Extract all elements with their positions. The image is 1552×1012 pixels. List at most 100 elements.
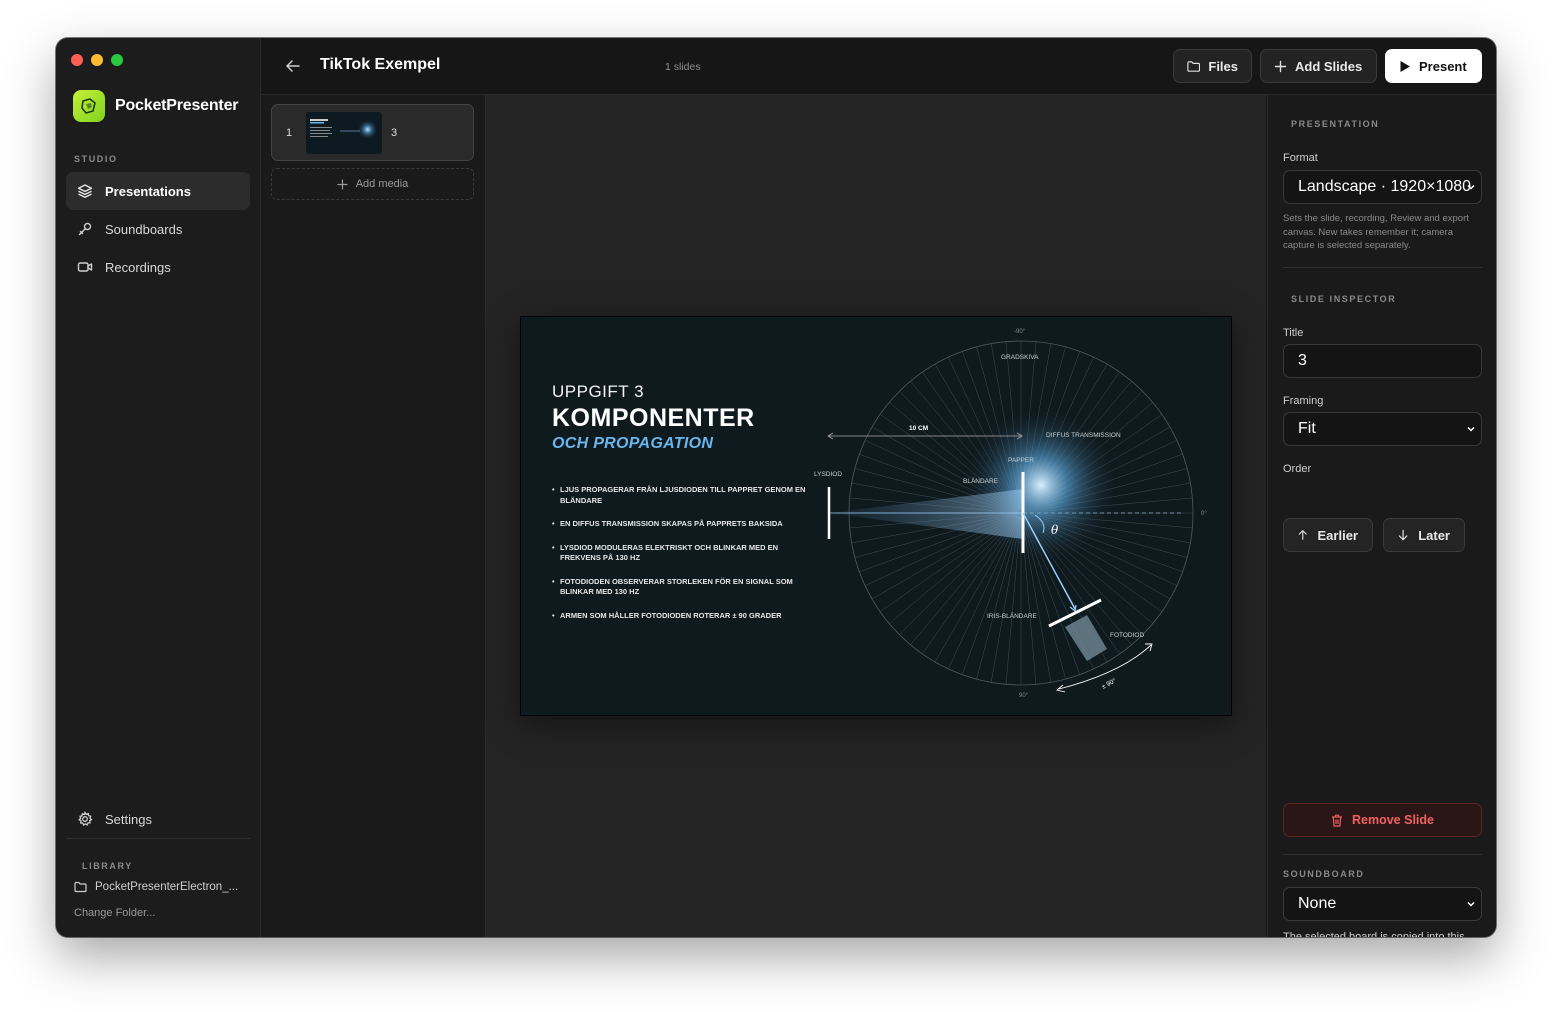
photodiode-arm (1065, 615, 1107, 661)
soundboard-select-value: None (1298, 895, 1337, 912)
angle-label-right: 0° (1201, 511, 1207, 517)
soundboard-section-label: SOUNDBOARD (1283, 869, 1365, 879)
order-label: Order (1283, 463, 1312, 475)
inspector-divider (1283, 854, 1482, 855)
add-media-label: Add media (355, 178, 409, 190)
format-select[interactable]: Landscape · 1920×1080 (1283, 170, 1482, 204)
remove-slide-label: Remove Slide (1352, 813, 1434, 827)
slide-inspector-section-label: SLIDE INSPECTOR (1291, 294, 1397, 304)
presentation-title: TikTok Exempel (320, 56, 441, 73)
title-input-value: 3 (1298, 352, 1307, 369)
title-label: Title (1283, 327, 1304, 339)
diffuse-glow (963, 407, 1119, 563)
slide-bullet-list: LJUS PROPAGERAR FRÅN LJUSDIODEN TILL PAP… (552, 485, 812, 621)
inspector-divider (1283, 267, 1482, 268)
back-arrow-icon[interactable] (283, 56, 303, 76)
chevron-down-icon (1467, 901, 1475, 907)
files-button[interactable]: Files (1173, 49, 1252, 83)
diagram-label-lysdiod: LYSDIOD (814, 471, 842, 478)
sidebar-divider (66, 838, 250, 839)
folder-icon (74, 881, 87, 893)
play-icon (1400, 60, 1410, 72)
framing-select[interactable]: Fit (1283, 412, 1482, 446)
settings-label: Settings (105, 811, 152, 827)
close-window-button[interactable] (71, 54, 83, 66)
diagram-label-distance: 10 CM (909, 425, 928, 432)
presentation-section-label: PRESENTATION (1291, 119, 1380, 129)
sidebar-item-recordings[interactable]: Recordings (66, 248, 250, 286)
arrow-down-icon (1398, 529, 1408, 541)
diagram-label-papper: PAPPER (1008, 457, 1034, 464)
diagram-label-fotodiod: FOTODIOD (1110, 632, 1144, 639)
sidebar-item-label: Presentations (105, 183, 191, 199)
sidebar-item-presentations[interactable]: Presentations (66, 172, 250, 210)
angle-label-top: -90° (1014, 329, 1026, 335)
soundboard-select[interactable]: None (1283, 887, 1482, 921)
inspector-panel: PRESENTATION Format Landscape · 1920×108… (1267, 95, 1496, 937)
slide-canvas: UPPGIFT 3 KOMPONENTER OCH PROPAGATION LJ… (486, 95, 1266, 937)
add-slides-button[interactable]: Add Slides (1260, 49, 1377, 83)
move-earlier-button[interactable]: Earlier (1283, 518, 1373, 552)
slide-bullet: FOTODIODEN OBSERVERAR STORLEKEN FÖR EN S… (552, 577, 810, 598)
library-folder[interactable]: PocketPresenterElectron_... (74, 881, 244, 893)
title-input[interactable]: 3 (1283, 344, 1482, 378)
diagram-label-diffus: DIFFUS TRANSMISSION (1046, 432, 1121, 439)
diagram-label-iris: IRIS-BLÄNDARE (987, 612, 1038, 620)
chevron-down-icon (1467, 184, 1475, 190)
slide-bullet: ARMEN SOM HÅLLER FOTODIODEN ROTERAR ± 90… (552, 611, 810, 622)
zoom-window-button[interactable] (111, 54, 123, 66)
plus-icon (337, 178, 348, 190)
sidebar-item-label: Soundboards (105, 221, 183, 237)
library-section-label: LIBRARY (82, 861, 133, 871)
settings-button[interactable]: Settings (66, 800, 250, 838)
plus-icon (1274, 60, 1287, 72)
files-button-label: Files (1208, 58, 1238, 74)
angle-label-bottom: 90° (1019, 693, 1029, 699)
slide-thumbnail-image (306, 111, 382, 154)
sidebar-item-label: Recordings (105, 259, 171, 275)
format-select-value: Landscape · 1920×1080 (1298, 178, 1472, 195)
top-bar: TikTok Exempel 1 slides Files Add Slides… (261, 38, 1496, 95)
slide-subheading: OCH PROPAGATION (552, 435, 714, 452)
library-folder-name: PocketPresenterElectron_... (95, 881, 239, 893)
framing-label: Framing (1283, 395, 1324, 407)
slide-count: 1 slides (665, 61, 701, 73)
change-folder-link[interactable]: Change Folder... (74, 907, 155, 919)
optics-diagram: -90° GRADSKIVA 10 CM DIFFUS TRANSMISSION… (814, 329, 1207, 699)
slide-list-panel: 1 3 Add media (261, 95, 486, 937)
app-name: PocketPresenter (115, 97, 239, 114)
present-button-label: Present (1419, 58, 1467, 74)
slide-thumbnail-item[interactable]: 1 3 (271, 104, 474, 161)
diagram-label-blandare: BLÄNDARE (963, 477, 999, 485)
move-later-label: Later (1418, 527, 1450, 543)
wrench-icon (78, 222, 92, 236)
theta-symbol: θ (1051, 523, 1059, 537)
folder-icon (1187, 60, 1201, 72)
format-help-text: Sets the slide, recording, Review and ex… (1283, 213, 1469, 251)
rotation-label: ± 90° (1100, 676, 1118, 690)
slide-preview[interactable]: UPPGIFT 3 KOMPONENTER OCH PROPAGATION LJ… (521, 317, 1231, 715)
add-media-button[interactable]: Add media (271, 168, 474, 200)
slide-thumbnail-title: 3 (391, 126, 398, 139)
soundboard-note: The selected board is copied into this p… (1283, 931, 1465, 937)
slide-bullet: LJUS PROPAGERAR FRÅN LJUSDIODEN TILL PAP… (552, 485, 810, 506)
move-earlier-label: Earlier (1317, 527, 1358, 543)
sidebar: PocketPresenter STUDIO Presentations Sou… (56, 38, 261, 937)
app-window: PocketPresenter STUDIO Presentations Sou… (56, 38, 1496, 937)
studio-section-label: STUDIO (74, 154, 118, 164)
slide-bullet: EN DIFFUS TRANSMISSION SKAPAS PÅ PAPPRET… (552, 519, 810, 530)
framing-select-value: Fit (1298, 420, 1316, 437)
sidebar-item-soundboards[interactable]: Soundboards (66, 210, 250, 248)
remove-slide-button[interactable]: Remove Slide (1283, 803, 1482, 837)
diagram-label-gradskiva: GRADSKIVA (1001, 354, 1039, 361)
video-camera-icon (77, 262, 93, 272)
window-controls (71, 54, 123, 66)
minimize-window-button[interactable] (91, 54, 103, 66)
move-later-button[interactable]: Later (1383, 518, 1465, 552)
slide-number: 1 (286, 126, 293, 139)
layers-icon (77, 184, 93, 198)
arrow-up-icon (1298, 530, 1307, 540)
app-logo-icon (73, 90, 105, 122)
present-button[interactable]: Present (1385, 49, 1482, 83)
slide-bullet: LYSDIOD MODULERAS ELEKTRISKT OCH BLINKAR… (552, 543, 810, 564)
